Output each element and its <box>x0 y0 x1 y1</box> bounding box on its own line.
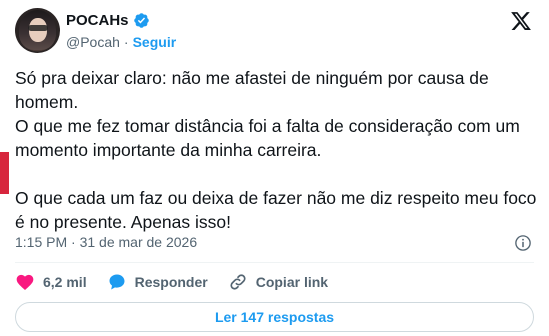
x-logo-icon[interactable] <box>510 10 532 32</box>
follow-button[interactable]: Seguir <box>133 34 177 50</box>
author-name[interactable]: POCAHs <box>66 12 129 29</box>
tweet-paragraph-1: Só pra deixar claro: não me afastei de n… <box>15 68 489 112</box>
heart-icon <box>16 274 34 290</box>
reply-button[interactable]: Responder <box>107 272 208 292</box>
copy-link-label: Copiar link <box>255 274 329 290</box>
timestamp[interactable]: 1:15 PM · 31 de mar de 2026 <box>15 234 197 250</box>
link-icon <box>230 274 246 290</box>
tweet-text: Só pra deixar claro: não me afastei de n… <box>15 66 539 234</box>
tweet-card: POCAHs @Pocah · Seguir Só pra deixar cla… <box>0 0 549 336</box>
author-handle[interactable]: @Pocah <box>66 34 120 50</box>
copy-link-button[interactable]: Copiar link <box>228 272 328 292</box>
avatar-glasses <box>28 25 48 31</box>
divider <box>15 262 534 263</box>
avatar[interactable] <box>15 8 60 53</box>
tweet-paragraph-2: O que me fez tomar distância foi a falta… <box>15 116 520 160</box>
verified-badge-icon <box>133 13 149 28</box>
speech-bubble-icon <box>109 274 125 290</box>
handle-row: @Pocah · Seguir <box>66 34 176 50</box>
handle-separator: · <box>123 34 129 50</box>
tweet-paragraph-3: O que cada um faz ou deixa de fazer não … <box>15 188 537 232</box>
action-bar: 6,2 mil Responder Copiar link <box>15 272 348 292</box>
like-button[interactable]: 6,2 mil <box>15 272 87 292</box>
side-marker <box>0 152 9 194</box>
info-icon[interactable] <box>514 234 532 252</box>
reply-label: Responder <box>134 274 208 290</box>
read-replies-button[interactable]: Ler 147 respostas <box>15 302 534 332</box>
author-name-row: POCAHs <box>66 12 150 29</box>
like-count: 6,2 mil <box>43 274 87 290</box>
